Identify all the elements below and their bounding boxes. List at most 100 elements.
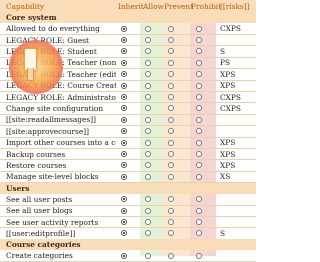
prevent-radio[interactable] (168, 150, 174, 157)
table-row: [[site:approvecourse]] (0, 126, 256, 137)
prohibit-radio[interactable] (196, 162, 202, 169)
allow-radio[interactable] (145, 207, 151, 214)
allow-radio[interactable] (145, 230, 151, 237)
inherit-radio[interactable] (121, 173, 127, 180)
section-title: Users (6, 183, 30, 193)
prevent-radio[interactable] (168, 25, 174, 32)
allow-radio[interactable] (145, 71, 151, 78)
prevent-radio[interactable] (168, 218, 174, 225)
allow-radio[interactable] (145, 150, 151, 157)
table-row: Import other courses into a course XPS (0, 137, 256, 148)
section-header: Core system (0, 12, 256, 23)
prohibit-radio[interactable] (196, 36, 202, 43)
table-row: Allowed to do everything CXPS (0, 23, 256, 34)
allow-radio[interactable] (145, 196, 151, 203)
prohibit-radio[interactable] (196, 48, 202, 55)
section-header: Course categories (0, 239, 256, 251)
prevent-radio[interactable] (168, 230, 174, 237)
prevent-radio[interactable] (168, 173, 174, 180)
allow-radio[interactable] (145, 59, 151, 66)
risk-flags: XPS (220, 138, 236, 148)
allow-radio[interactable] (145, 162, 151, 169)
allow-radio[interactable] (145, 128, 151, 135)
table-header: Capability Inherit Allow Prevent Prohibi… (0, 0, 256, 12)
inherit-radio[interactable] (121, 196, 127, 203)
prohibit-radio[interactable] (196, 25, 202, 32)
prohibit-radio[interactable] (196, 128, 202, 135)
prevent-radio[interactable] (168, 59, 174, 66)
capability-name: [[user:editprofile]] (6, 228, 76, 238)
prevent-radio[interactable] (168, 36, 174, 43)
table-row: Backup courses XPS (0, 148, 256, 159)
inherit-radio[interactable] (121, 59, 127, 66)
capability-name: Change site configuration (6, 103, 104, 113)
inherit-radio[interactable] (121, 71, 127, 78)
prevent-radio[interactable] (168, 116, 174, 123)
prohibit-radio[interactable] (196, 116, 202, 123)
prohibit-radio[interactable] (196, 173, 202, 180)
header-prohibit: Prohibit (191, 2, 222, 11)
inherit-radio[interactable] (121, 230, 127, 237)
prevent-radio[interactable] (168, 82, 174, 89)
inherit-radio[interactable] (121, 48, 127, 55)
header-allow: Allow (143, 2, 164, 11)
prohibit-radio[interactable] (196, 59, 202, 66)
table-row: [[user:editprofile]] S (0, 228, 256, 239)
allow-radio[interactable] (145, 48, 151, 55)
allow-radio[interactable] (145, 25, 151, 32)
allow-radio[interactable] (145, 139, 151, 146)
header-inherit: Inherit (118, 2, 144, 11)
inherit-radio[interactable] (121, 150, 127, 157)
prohibit-radio[interactable] (196, 71, 202, 78)
table-row: See all user posts (0, 194, 256, 205)
table-row: Manage site-level blocks XS (0, 171, 256, 182)
allow-radio[interactable] (145, 116, 151, 123)
inherit-radio[interactable] (121, 218, 127, 225)
capability-name: See all user blogs (6, 206, 73, 216)
risk-flags: XS (220, 172, 231, 182)
inherit-radio[interactable] (121, 105, 127, 112)
prevent-radio[interactable] (168, 162, 174, 169)
inherit-radio[interactable] (121, 36, 127, 43)
inherit-radio[interactable] (121, 93, 127, 100)
inherit-radio[interactable] (121, 207, 127, 214)
inherit-radio[interactable] (121, 25, 127, 32)
risk-flags: XPS (220, 149, 236, 159)
inherit-radio[interactable] (121, 162, 127, 169)
inherit-radio[interactable] (121, 139, 127, 146)
inherit-radio[interactable] (121, 116, 127, 123)
table-row: Change site configuration CXPS (0, 103, 256, 114)
prohibit-radio[interactable] (196, 93, 202, 100)
prevent-radio[interactable] (168, 196, 174, 203)
prevent-radio[interactable] (168, 48, 174, 55)
allow-radio[interactable] (145, 105, 151, 112)
risk-flags: CXPS (220, 92, 241, 102)
inherit-radio[interactable] (121, 128, 127, 135)
section-header: Users (0, 182, 256, 194)
prevent-radio[interactable] (168, 93, 174, 100)
prevent-radio[interactable] (168, 207, 174, 214)
allow-radio[interactable] (145, 173, 151, 180)
risk-flags: XPS (220, 160, 236, 170)
section-title: Core system (6, 13, 57, 22)
prohibit-radio[interactable] (196, 82, 202, 89)
prohibit-radio[interactable] (196, 196, 202, 203)
table-row: See all user blogs (0, 205, 256, 216)
prevent-radio[interactable] (168, 128, 174, 135)
capability-name: Backup courses (6, 149, 66, 159)
inherit-radio[interactable] (121, 82, 127, 89)
allow-radio[interactable] (145, 93, 151, 100)
allow-radio[interactable] (145, 218, 151, 225)
prohibit-radio[interactable] (196, 207, 202, 214)
prohibit-radio[interactable] (196, 150, 202, 157)
capability-name: Allowed to do everything (6, 24, 100, 34)
prevent-radio[interactable] (168, 71, 174, 78)
prevent-radio[interactable] (168, 105, 174, 112)
prevent-radio[interactable] (168, 139, 174, 146)
allow-radio[interactable] (145, 82, 151, 89)
allow-radio[interactable] (145, 36, 151, 43)
prohibit-radio[interactable] (196, 218, 202, 225)
prohibit-radio[interactable] (196, 105, 202, 112)
prohibit-radio[interactable] (196, 230, 202, 237)
prohibit-radio[interactable] (196, 139, 202, 146)
